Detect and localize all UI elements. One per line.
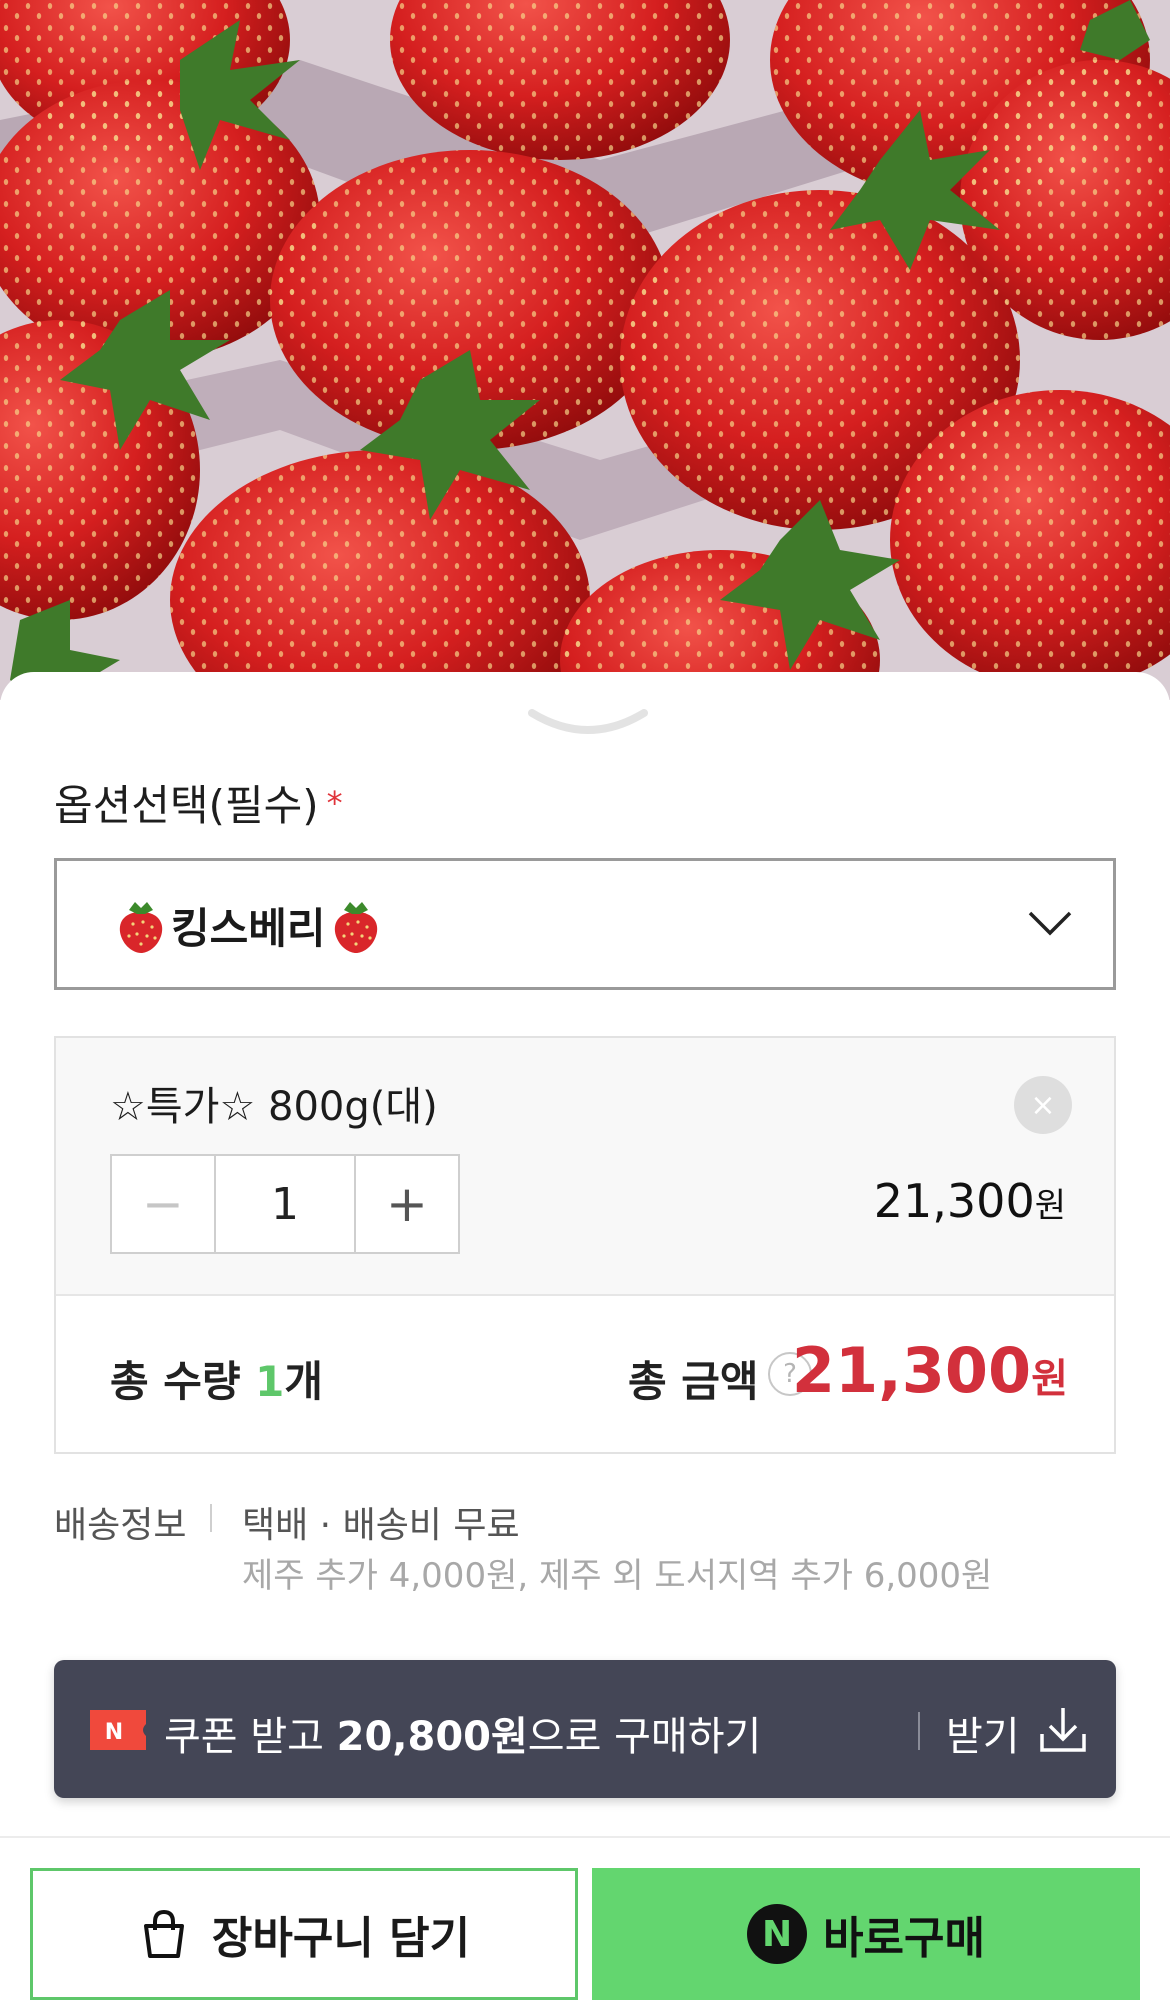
total-amount-label: 총 금액	[628, 1357, 759, 1406]
close-icon: ×	[1030, 1087, 1056, 1123]
strawberry-icon	[334, 901, 377, 953]
coupon-banner[interactable]: N 쿠폰 받고 20,800원으로 구매하기 받기	[54, 1660, 1116, 1798]
shipping-method: 택배 · 배송비 무료	[242, 1505, 520, 1546]
total-quantity: 총 수량 1개	[110, 1348, 323, 1409]
total-amount-unit: 원	[1031, 1356, 1068, 1402]
download-icon[interactable]	[1038, 1704, 1088, 1756]
naver-pay-icon: N	[747, 1904, 808, 1964]
shopping-bag-icon	[143, 1909, 184, 1958]
option-selected-label: 킹스베리	[171, 904, 326, 953]
remove-item-button[interactable]: ×	[1014, 1076, 1072, 1134]
coupon-get-label[interactable]: 받기	[946, 1704, 1020, 1762]
required-mark: *	[326, 784, 343, 822]
totals-row: 총 수량 1개 총 금액 ? 21,300원	[56, 1296, 1114, 1454]
chevron-down-icon	[1028, 911, 1072, 936]
option-select[interactable]: 킹스베리	[54, 858, 1116, 990]
quantity-stepper: − 1 +	[110, 1154, 460, 1254]
increase-quantity-button[interactable]: +	[356, 1156, 458, 1252]
coupon-badge-letter: N	[105, 1720, 123, 1745]
coupon-text-pre: 쿠폰 받고	[164, 1714, 337, 1760]
total-quantity-label: 총 수량	[110, 1357, 241, 1406]
item-price: 21,300원	[874, 1174, 1066, 1228]
total-amount: 21,300원	[792, 1334, 1068, 1407]
product-image	[0, 0, 1170, 700]
selected-item-row: ☆특가☆ 800g(대) × − 1 + 21,300원	[56, 1038, 1114, 1296]
total-quantity-value: 1	[255, 1357, 285, 1406]
sheet-collapse-handle[interactable]	[528, 707, 648, 741]
option-sheet: 옵션선택(필수) * 킹스베리 ☆특가☆ 800g(대) × − 1 + 21,…	[0, 672, 1170, 2013]
item-name: ☆특가☆ 800g(대)	[110, 1084, 438, 1130]
shipping-extra-fee: 제주 추가 4,000원, 제주 외 도서지역 추가 6,000원	[242, 1556, 993, 1596]
total-quantity-unit: 개	[284, 1357, 324, 1406]
add-to-cart-button[interactable]: 장바구니 담기	[30, 1868, 578, 2000]
quantity-value[interactable]: 1	[214, 1156, 356, 1252]
item-price-unit: 원	[1034, 1186, 1066, 1226]
coupon-amount: 20,800원	[336, 1714, 528, 1760]
buy-now-button[interactable]: N 바로구매	[592, 1868, 1140, 2000]
naver-coupon-icon: N	[90, 1710, 146, 1750]
bottom-action-bar: 장바구니 담기 N 바로구매	[0, 1836, 1170, 2013]
total-amount-value: 21,300	[791, 1334, 1032, 1407]
coupon-text-post: 으로 구매하기	[527, 1714, 762, 1760]
coupon-text: 쿠폰 받고 20,800원으로 구매하기	[164, 1704, 761, 1762]
option-title-text: 옵션선택(필수)	[54, 781, 319, 830]
shipping-divider	[210, 1504, 212, 1532]
add-to-cart-label: 장바구니 담기	[211, 1913, 471, 1964]
selected-item-card: ☆특가☆ 800g(대) × − 1 + 21,300원 총 수량 1개 총 금…	[54, 1036, 1116, 1454]
buy-now-label: 바로구매	[823, 1913, 985, 1964]
decrease-quantity-button[interactable]: −	[112, 1156, 214, 1252]
item-price-value: 21,300	[873, 1174, 1035, 1228]
shipping-label: 배송정보	[54, 1505, 187, 1546]
strawberry-icon	[119, 901, 163, 953]
option-title: 옵션선택(필수) *	[54, 772, 343, 833]
coupon-divider	[918, 1712, 920, 1750]
option-select-value: 킹스베리	[111, 895, 386, 956]
